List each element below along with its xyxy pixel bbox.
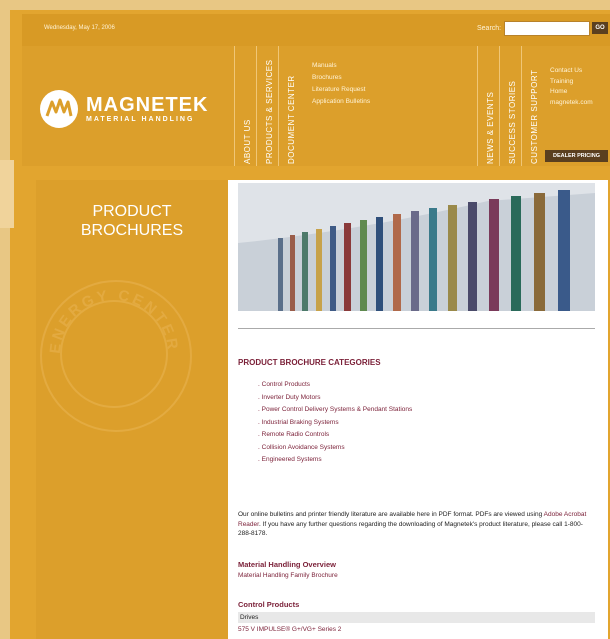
left-edge-strip [0,160,14,228]
search-label: Search: [477,25,502,32]
menu-item-magnetek-com[interactable]: magnetek.com [550,98,593,109]
menu-item-home[interactable]: Home [550,87,593,98]
page-title: PRODUCT BROCHURES [36,202,228,240]
content-divider [238,328,595,329]
logo-mark-icon [40,90,78,128]
dealer-pricing-button[interactable]: DEALER PRICING [545,150,608,162]
search-input[interactable] [504,21,590,36]
menu-item-contact-us[interactable]: Contact Us [550,66,593,77]
category-link-engineered-systems[interactable]: Engineered Systems [258,454,412,467]
tab-document-center[interactable]: DOCUMENT CENTER [278,46,301,166]
page-title-line1: PRODUCT [92,203,172,220]
category-link-industrial-braking[interactable]: Industrial Braking Systems [258,417,412,430]
tab-label: CUSTOMER SUPPORT [530,69,539,164]
tab-label: PRODUCTS & SERVICES [265,59,274,164]
overview-heading: Material Handling Overview [238,560,336,569]
control-products-heading: Control Products [238,600,300,609]
pdf-info-text: Our online bulletins and printer friendl… [238,510,588,539]
categories-heading: PRODUCT BROCHURE CATEGORIES [238,358,381,367]
tab-label: ABOUT US [243,119,252,164]
tab-label: NEWS & EVENTS [486,91,495,164]
pdf-info-part1: Our online bulletins and printer friendl… [238,511,544,518]
impulse-brochure-link[interactable]: 575 V IMPULSE® G+/VG+ Series 2 [238,626,341,633]
tab-success-stories[interactable]: SUCCESS STORIES [499,46,522,166]
page-title-line2: BROCHURES [80,222,184,239]
content-area: PRODUCT BROCHURES ENERGY CENTERED [36,180,608,639]
category-link-power-control-delivery[interactable]: Power Control Delivery Systems & Pendant… [258,404,413,417]
document-center-menu: Manuals Brochures Literature Request App… [312,60,370,108]
category-link-collision-avoidance[interactable]: Collision Avoidance Systems [258,442,412,455]
menu-item-manuals[interactable]: Manuals [312,60,370,72]
sidebar: PRODUCT BROCHURES ENERGY CENTERED [36,180,228,639]
category-link-control-products[interactable]: Control Products [258,379,412,392]
tab-news-events[interactable]: NEWS & EVENTS [477,46,500,166]
category-link-remote-radio-controls[interactable]: Remote Radio Controls [258,429,412,442]
menu-item-brochures[interactable]: Brochures [312,72,370,84]
tab-customer-support[interactable]: CUSTOMER SUPPORT [521,46,544,166]
menu-item-literature-request[interactable]: Literature Request [312,84,370,96]
magnetek-logo[interactable]: MAGNETEK MATERIAL HANDLING [40,90,260,130]
tab-products-services[interactable]: PRODUCTS & SERVICES [256,46,279,166]
category-list: Control Products Inverter Duty Motors Po… [258,379,413,467]
tab-label: DOCUMENT CENTER [287,75,296,164]
tab-label: SUCCESS STORIES [508,80,517,164]
logo-name: MAGNETEK [86,94,209,116]
utility-menu: Contact Us Training Home magnetek.com [550,66,593,108]
top-bar: Wednesday, May 17, 2006 Search: GO [22,14,610,46]
pdf-info-part2: . If you have any further questions rega… [238,520,583,538]
brochures-photo [238,183,595,311]
current-date: Wednesday, May 17, 2006 [44,25,115,31]
tab-about-us[interactable]: ABOUT US [234,46,257,166]
drives-row: Drives [238,612,595,623]
menu-item-training[interactable]: Training [550,77,593,88]
seal-inner-ring [60,300,168,408]
family-brochure-link[interactable]: Material Handling Family Brochure [238,572,338,579]
logo-subtitle: MATERIAL HANDLING [86,116,195,123]
category-link-inverter-duty-motors[interactable]: Inverter Duty Motors [258,392,412,405]
search-go-button[interactable]: GO [592,22,608,34]
menu-item-application-bulletins[interactable]: Application Bulletins [312,96,370,108]
site-header: MAGNETEK MATERIAL HANDLING ABOUT US PROD… [22,46,610,166]
